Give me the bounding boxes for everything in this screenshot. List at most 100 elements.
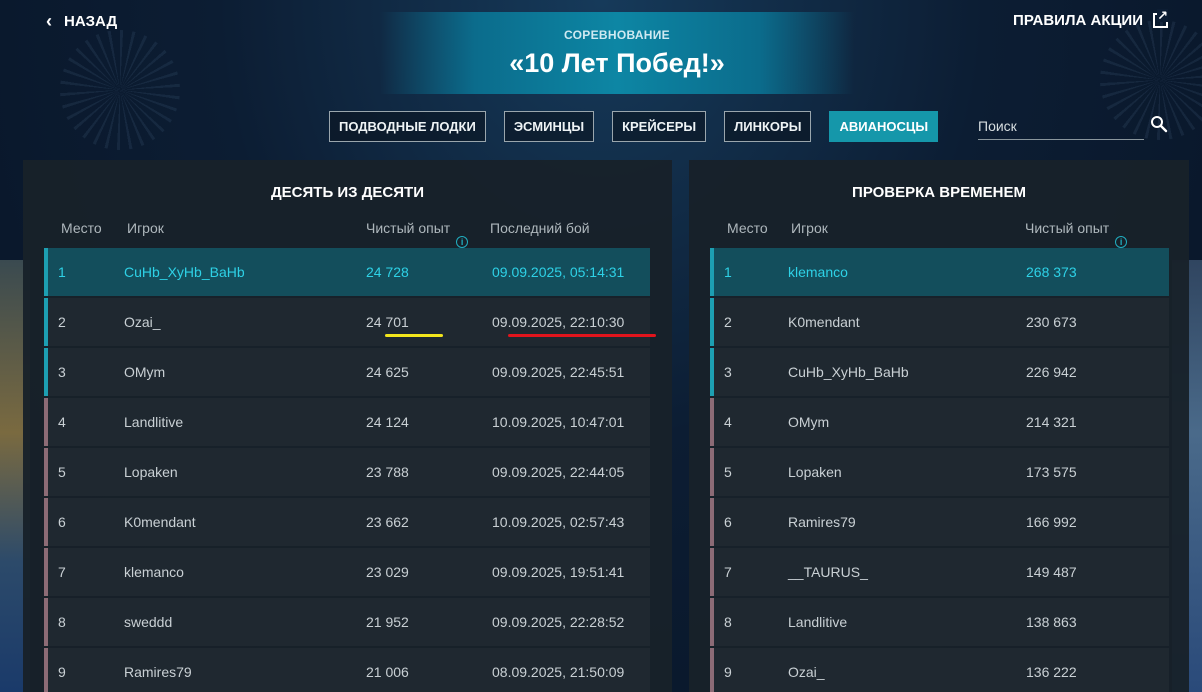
row-xp: 214 321 (1026, 414, 1077, 430)
search-box (978, 112, 1168, 142)
row-player: Landlitive (124, 414, 184, 430)
external-link-icon (1153, 9, 1168, 28)
table-row[interactable]: 7 __TAURUS_ 149 487 (710, 548, 1169, 596)
table-row[interactable]: 1 CuHb_XyHb_BaHb 24 728 09.09.2025, 05:14:3… (44, 248, 650, 296)
row-place: 6 (724, 514, 732, 530)
competition-banner: СОРЕВНОВАНИЕ «10 Лет Побед!» (380, 12, 854, 94)
row-player: klemanco (124, 564, 184, 580)
row-xp: 23 662 (366, 514, 409, 530)
row-place: 9 (724, 664, 732, 680)
table-row[interactable]: 7 klemanco 23 029 09.09.2025, 19:51:41 (44, 548, 650, 596)
row-player: klemanco (788, 264, 848, 280)
row-player: __TAURUS_ (788, 564, 868, 580)
table-row[interactable]: 3 CuHb_XyHb_BaHb 226 942 (710, 348, 1169, 396)
row-last-battle: 08.09.2025, 21:50:09 (492, 664, 625, 680)
leaderboard-panel-right: ПРОВЕРКА ВРЕМЕНЕМ Место Игрок Чистый опы… (689, 160, 1189, 692)
row-place: 5 (58, 464, 66, 480)
row-xp: 226 942 (1026, 364, 1077, 380)
table-body: 1 klemanco 268 373 2 K0mendant 230 673 3 CuHb_X… (710, 248, 1169, 692)
panel-title: ПРОВЕРКА ВРЕМЕНЕМ (852, 184, 1026, 201)
row-player: CuHb_XyHb_BaHb (788, 364, 909, 380)
table-row[interactable]: 5 Lopaken 173 575 (710, 448, 1169, 496)
row-place: 8 (724, 614, 732, 630)
row-xp: 166 992 (1026, 514, 1077, 530)
panel-title: ДЕСЯТЬ ИЗ ДЕСЯТИ (270, 184, 424, 201)
column-header-xp: Чистый опыт i (1025, 220, 1128, 248)
row-place: 1 (724, 264, 732, 280)
row-xp: 136 222 (1026, 664, 1077, 680)
table-row[interactable]: 8 sweddd 21 952 09.09.2025, 22:28:52 (44, 598, 650, 646)
info-icon[interactable]: i (456, 236, 469, 248)
tab-aircraft-carriers[interactable]: АВИАНОСЦЫ (829, 111, 939, 142)
row-xp: 230 673 (1026, 314, 1077, 330)
row-player: Ozai_ (124, 314, 161, 330)
row-place: 4 (58, 414, 66, 430)
table-row[interactable]: 8 Landlitive 138 863 (710, 598, 1169, 646)
row-player: Landlitive (788, 614, 848, 630)
row-last-battle: 10.09.2025, 02:57:43 (492, 514, 625, 530)
ship-class-tabs: ПОДВОДНЫЕ ЛОДКИ ЭСМИНЦЫ КРЕЙСЕРЫ ЛИНКОРЫ… (329, 111, 956, 142)
table-row[interactable]: 1 klemanco 268 373 (710, 248, 1169, 296)
table-row[interactable]: 4 Landlitive 24 124 10.09.2025, 10:47:01 (44, 398, 650, 446)
tab-destroyers[interactable]: ЭСМИНЦЫ (503, 111, 595, 142)
tab-battleships[interactable]: ЛИНКОРЫ (724, 111, 812, 142)
row-place: 9 (58, 664, 66, 680)
row-place: 7 (724, 564, 732, 580)
row-last-battle: 09.09.2025, 22:28:52 (492, 614, 625, 630)
search-input[interactable] (978, 112, 1144, 140)
tab-submarines[interactable]: ПОДВОДНЫЕ ЛОДКИ (329, 111, 486, 142)
column-header-last-battle: Последний бой (490, 220, 590, 236)
row-place: 4 (724, 414, 732, 430)
banner-subtitle: СОРЕВНОВАНИЕ (563, 28, 670, 42)
table-row[interactable]: 2 Ozai_ 24 701 09.09.2025, 22:10:30 (44, 298, 656, 346)
row-xp: 149 487 (1026, 564, 1077, 580)
info-icon[interactable]: i (1115, 236, 1128, 248)
table-row[interactable]: 4 OMym 214 321 (710, 398, 1169, 446)
column-header-place: Место (727, 220, 768, 236)
row-xp: 21 006 (366, 664, 409, 680)
row-player: Ramires79 (124, 664, 192, 680)
table-row[interactable]: 2 K0mendant 230 673 (710, 298, 1169, 346)
column-header-place: Место (61, 220, 102, 236)
row-place: 5 (724, 464, 732, 480)
row-place: 1 (58, 264, 66, 280)
row-player: Ozai_ (788, 664, 825, 680)
row-player: Ramires79 (788, 514, 856, 530)
row-xp: 24 701 (366, 314, 409, 330)
table-row[interactable]: 5 Lopaken 23 788 09.09.2025, 22:44:05 (44, 448, 650, 496)
row-place: 7 (58, 564, 66, 580)
tab-cruisers[interactable]: КРЕЙСЕРЫ (612, 111, 707, 142)
row-xp: 173 575 (1026, 464, 1077, 480)
highlight-underline-red (508, 334, 656, 337)
row-xp: 24 124 (366, 414, 409, 430)
row-last-battle: 09.09.2025, 19:51:41 (492, 564, 625, 580)
search-icon[interactable] (1150, 115, 1168, 133)
rules-link[interactable]: ПРАВИЛА АКЦИИ (1013, 9, 1168, 29)
table-row[interactable]: 9 Ozai_ 136 222 (710, 648, 1169, 692)
table-row[interactable]: 9 Ramires79 21 006 08.09.2025, 21:50:09 (44, 648, 650, 692)
row-place: 6 (58, 514, 66, 530)
row-place: 8 (58, 614, 66, 630)
row-player: CuHb_XyHb_BaHb (124, 264, 245, 280)
table-header: Место Игрок Чистый опыт i (689, 204, 1189, 248)
table-row[interactable]: 3 OMym 24 625 09.09.2025, 22:45:51 (44, 348, 650, 396)
row-last-battle: 10.09.2025, 10:47:01 (492, 414, 625, 430)
row-xp: 21 952 (366, 614, 409, 630)
rules-label: ПРАВИЛА АКЦИИ (1013, 12, 1143, 29)
table-row[interactable]: 6 Ramires79 166 992 (710, 498, 1169, 546)
column-header-xp-label: Чистый опыт (1025, 220, 1110, 236)
row-xp: 268 373 (1026, 264, 1077, 280)
chevron-left-icon: ‹ (46, 11, 52, 31)
row-xp: 23 029 (366, 564, 409, 580)
leaderboard-panel-left: ДЕСЯТЬ ИЗ ДЕСЯТИ Место Игрок Чистый опыт… (23, 160, 672, 692)
row-player: OMym (788, 414, 830, 430)
column-header-xp: Чистый опыт i (366, 220, 469, 248)
row-player: K0mendant (124, 514, 196, 530)
row-place: 3 (58, 364, 66, 380)
row-player: Lopaken (124, 464, 178, 480)
row-xp: 24 625 (366, 364, 409, 380)
row-xp: 23 788 (366, 464, 409, 480)
table-row[interactable]: 6 K0mendant 23 662 10.09.2025, 02:57:43 (44, 498, 650, 546)
back-button[interactable]: ‹ НАЗАД (46, 12, 117, 30)
row-place: 3 (724, 364, 732, 380)
